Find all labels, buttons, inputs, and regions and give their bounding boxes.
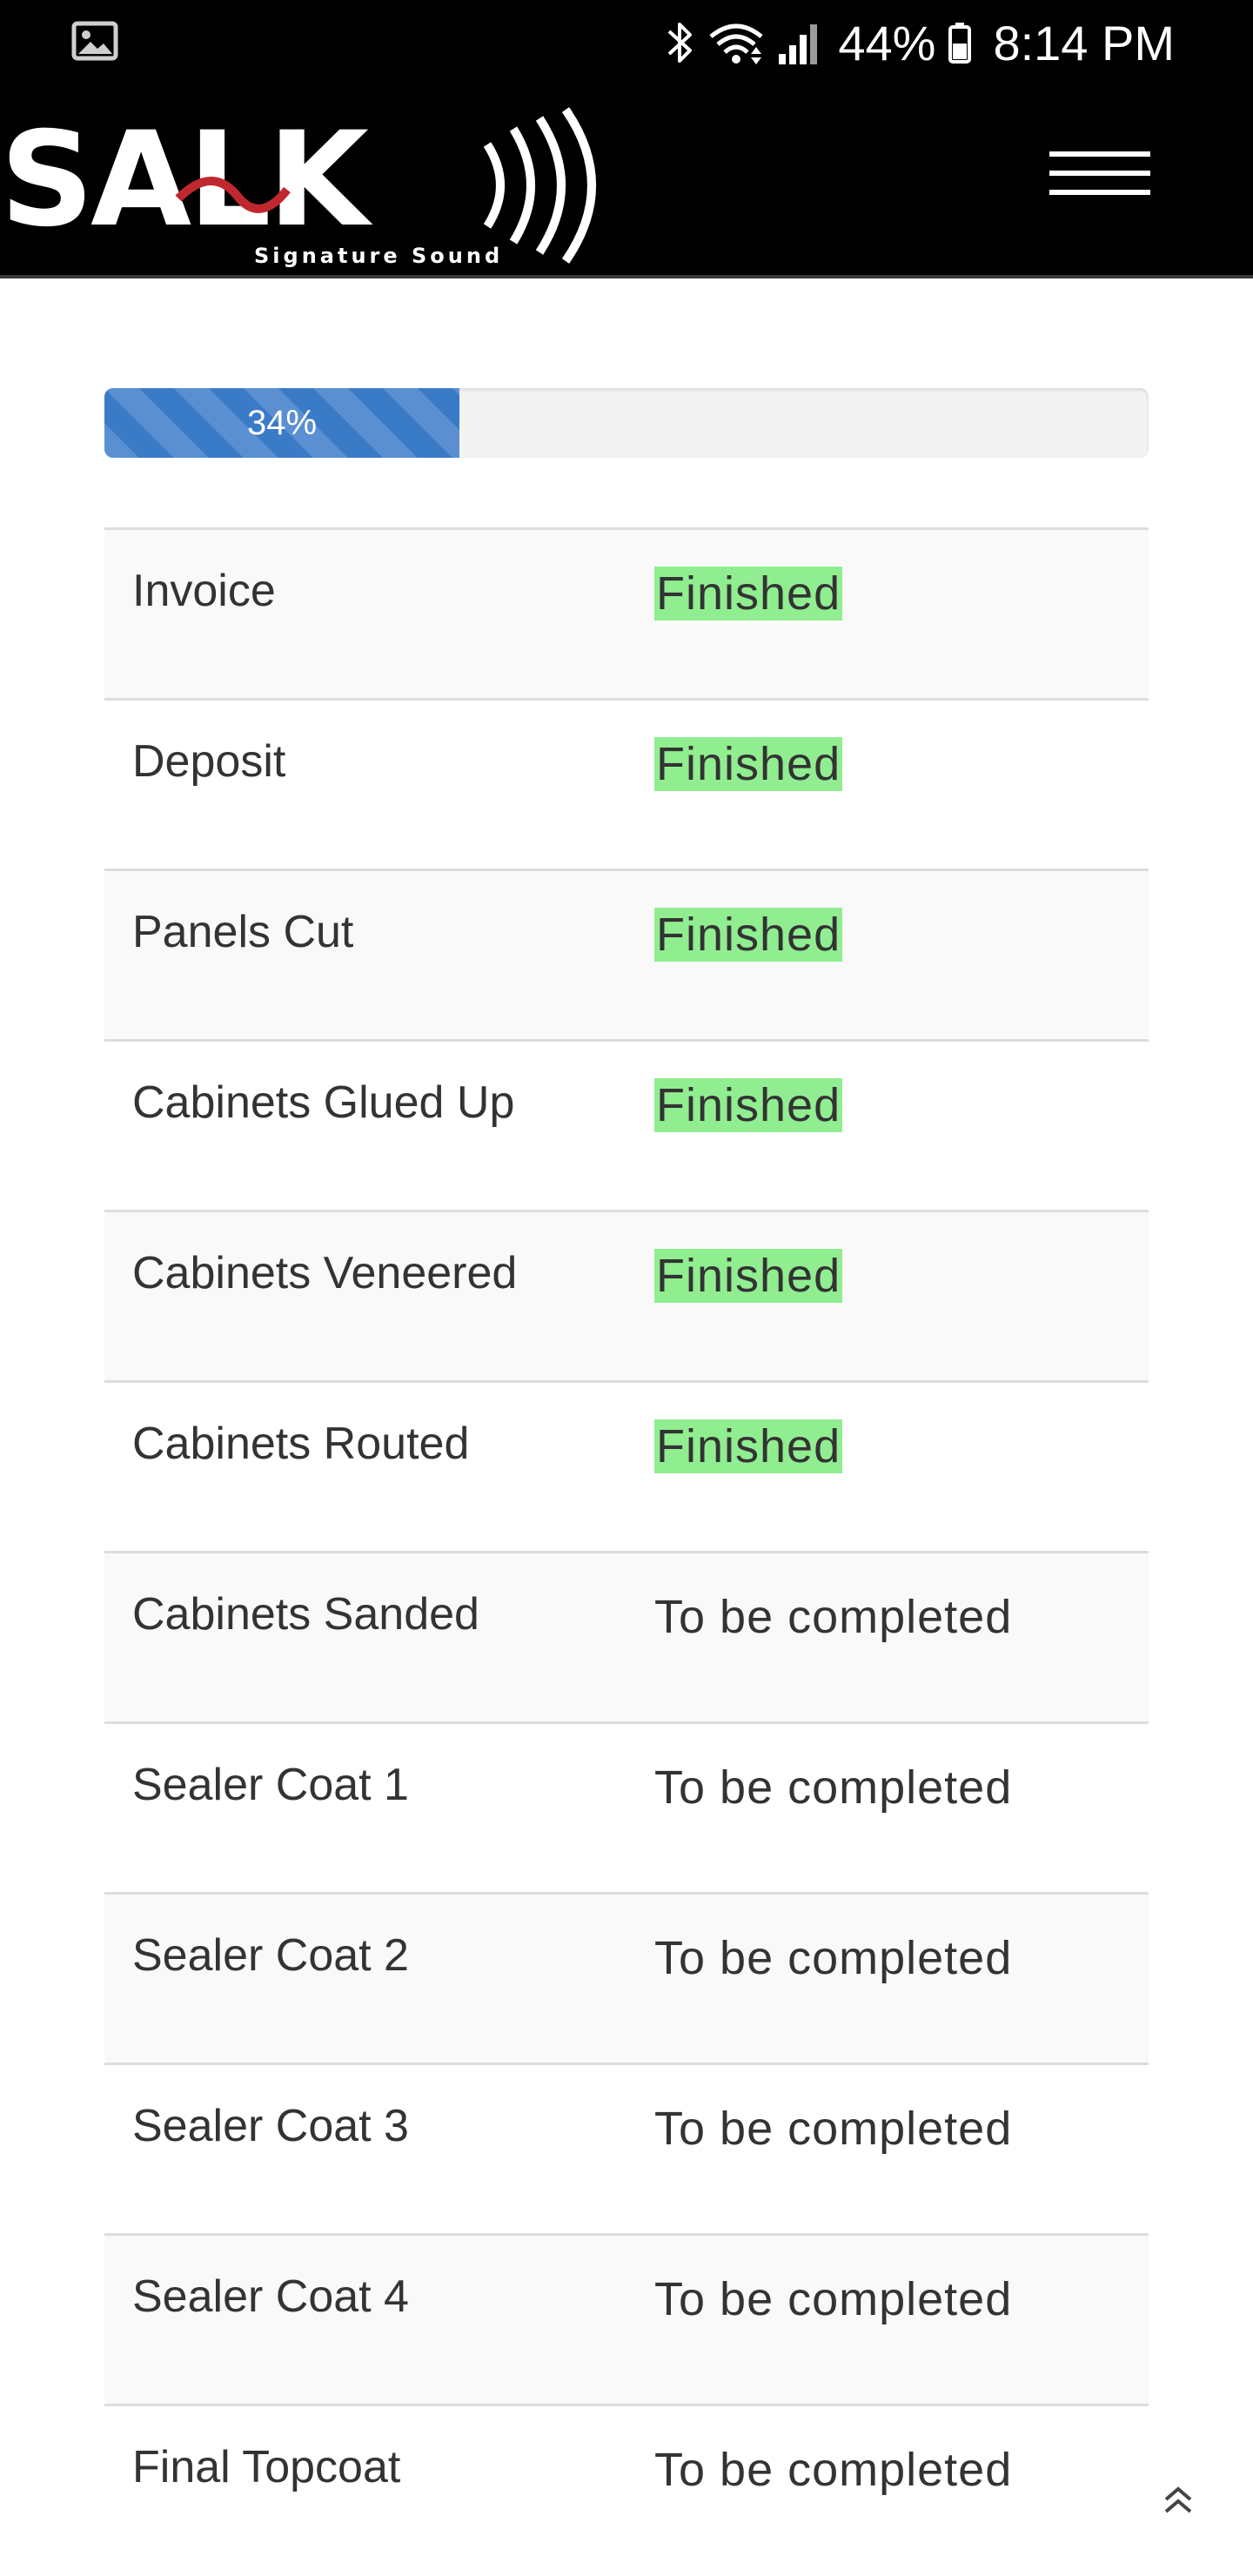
table-row: Final Topcoat To be completed	[104, 2404, 1149, 2574]
step-status: To be completed	[654, 2444, 1013, 2496]
step-status: To be completed	[654, 2103, 1013, 2155]
step-name: Final Topcoat	[132, 2442, 401, 2492]
progress-bar-fill: 34%	[104, 388, 459, 458]
table-row: Cabinets Veneered Finished	[104, 1210, 1149, 1380]
step-status: To be completed	[654, 1591, 1013, 1643]
battery-icon	[948, 19, 972, 66]
step-status: To be completed	[654, 1932, 1013, 1984]
step-name: Cabinets Veneered	[132, 1248, 518, 1298]
logo-text: SALK	[0, 104, 373, 256]
bluetooth-icon	[666, 19, 695, 66]
hamburger-line	[1049, 171, 1150, 176]
battery-percent: 44%	[838, 15, 936, 70]
status-time: 8:14 PM	[993, 15, 1175, 70]
wifi-icon	[707, 19, 765, 66]
step-status: Finished	[654, 567, 843, 621]
step-name: Sealer Coat 1	[132, 1760, 409, 1810]
step-status: Finished	[654, 1419, 843, 1473]
table-row: Cabinets Glued Up Finished	[104, 1039, 1149, 1210]
hamburger-menu-icon[interactable]	[1049, 151, 1150, 200]
step-name: Sealer Coat 4	[132, 2271, 409, 2322]
step-name: Cabinets Glued Up	[132, 1077, 515, 1128]
table-row: Cabinets Sanded To be completed	[104, 1551, 1149, 1721]
step-status: Finished	[654, 1249, 843, 1303]
progress-bar-track: 34%	[104, 388, 1149, 458]
table-row: Invoice Finished	[104, 527, 1149, 698]
step-status: Finished	[654, 1078, 843, 1132]
step-name: Sealer Coat 2	[132, 1930, 409, 1981]
step-name: Panels Cut	[132, 907, 354, 957]
table-row: Sealer Coat 4 To be completed	[104, 2233, 1149, 2404]
signal-icon	[777, 19, 821, 66]
step-name: Sealer Coat 3	[132, 2101, 409, 2151]
step-name: Cabinets Sanded	[132, 1589, 479, 1640]
step-status: To be completed	[654, 2273, 1013, 2325]
step-name: Cabinets Routed	[132, 1419, 470, 1469]
step-name: Deposit	[132, 736, 286, 787]
production-steps-table: Invoice Finished Deposit Finished Panels Cut…	[104, 527, 1149, 2574]
hamburger-line	[1049, 151, 1150, 157]
step-status: Finished	[654, 908, 843, 962]
step-status: To be completed	[654, 1761, 1013, 1814]
salk-logo[interactable]: SALK Signature Sound	[0, 103, 626, 268]
status-bar: 44% 8:14 PM	[0, 0, 1253, 85]
table-row: Cabinets Routed Finished	[104, 1380, 1149, 1551]
table-row: Sealer Coat 3 To be completed	[104, 2063, 1149, 2233]
double-chevron-up-icon[interactable]	[1159, 2480, 1197, 2519]
image-icon	[71, 21, 118, 61]
step-status: Finished	[654, 737, 843, 791]
table-row: Sealer Coat 2 To be completed	[104, 1892, 1149, 2063]
table-row: Panels Cut Finished	[104, 869, 1149, 1039]
progress-label: 34%	[246, 403, 318, 442]
logo-subtext: Signature Sound	[254, 244, 503, 268]
table-row: Sealer Coat 1 To be completed	[104, 1721, 1149, 1892]
hamburger-line	[1049, 190, 1150, 195]
step-name: Invoice	[132, 566, 276, 616]
site-header: SALK Signature Sound	[0, 85, 1253, 278]
table-row: Deposit Finished	[104, 698, 1149, 869]
